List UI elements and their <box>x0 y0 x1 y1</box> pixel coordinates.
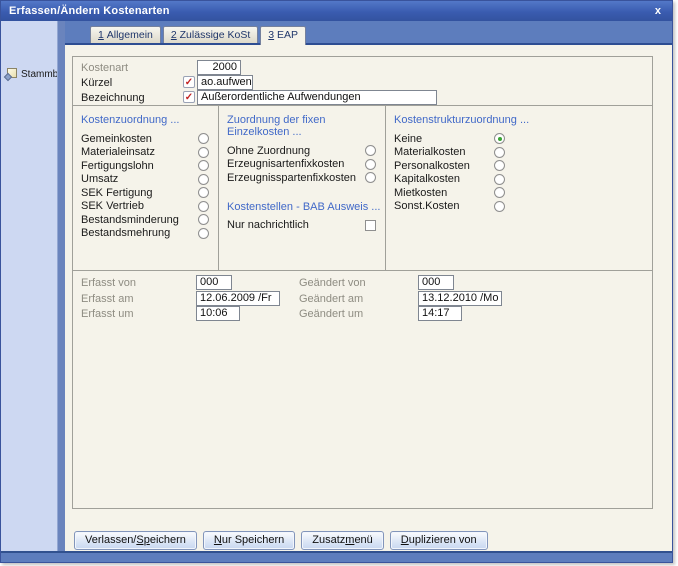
radio-kapitalkosten[interactable] <box>494 173 505 185</box>
option-fertigungslohn: Fertigungslohn <box>81 159 209 173</box>
radio-materialeinsatz[interactable] <box>198 146 209 158</box>
geaendert-am-value: 13.12.2010 /Mo <box>418 290 502 306</box>
checkbox-nur-nachrichtlich[interactable] <box>365 219 376 231</box>
kuerzel-label: Kürzel <box>81 77 113 89</box>
erfasst-am-value: 12.06.2009 /Fr <box>196 290 280 306</box>
radio-fertigungslohn[interactable] <box>198 160 209 172</box>
titlebar: Erfassen/Ändern Kostenarten x <box>1 1 672 21</box>
geaendert-von-label: Geändert von <box>299 277 366 289</box>
sidebar-item-stammblatt[interactable]: Stammblatt <box>3 68 72 82</box>
erfasst-von-label: Erfasst von <box>81 277 137 289</box>
red-check-icon[interactable]: ✓ <box>183 76 195 88</box>
geaendert-um-value: 14:17 <box>418 306 462 321</box>
radio-ohne-zuordnung[interactable] <box>365 145 376 157</box>
radio-erzeugnisartenfixkosten[interactable] <box>365 158 376 170</box>
verlassen-speichern-button[interactable]: Verlassen/Speichern <box>74 531 197 550</box>
option-columns: Kostenzuordnung ... Gemeinkosten Materia… <box>73 105 652 270</box>
option-erzeugnisartenfixkosten: Erzeugnisartenfixkosten <box>227 158 376 172</box>
audit-row-am: Erfasst am 12.06.2009 /Fr Geändert am 13… <box>73 290 652 308</box>
group-kostenstruktur: Kostenstrukturzuordnung ... Keine Materi… <box>386 106 652 270</box>
radio-sonst-kosten[interactable] <box>494 200 505 212</box>
bezeichnung-label: Bezeichnung <box>81 92 145 104</box>
geaendert-am-label: Geändert am <box>299 292 364 305</box>
option-materialkosten: Materialkosten <box>394 146 505 160</box>
field-row-kostenart: Kostenart 2000 <box>73 60 652 76</box>
kostenart-value: 2000 <box>197 60 241 75</box>
header-fields: Kostenart 2000 Kürzel ✓ ao.aufwen. Bezei… <box>73 57 652 105</box>
radio-sek-vertrieb[interactable] <box>198 200 209 212</box>
option-ohne-zuordnung: Ohne Zuordnung <box>227 144 376 158</box>
erfasst-um-label: Erfasst um <box>81 308 134 320</box>
radio-mietkosten[interactable] <box>494 187 505 199</box>
tab-eap[interactable]: 3 EAP <box>260 26 307 45</box>
group-title-bab: Kostenstellen - BAB Ausweis ... <box>227 200 381 213</box>
bottom-band <box>1 551 672 562</box>
option-gemeinkosten: Gemeinkosten <box>81 132 209 146</box>
stammblatt-icon <box>3 68 18 82</box>
tab-allgemein[interactable]: 1 Allgemein <box>90 26 161 43</box>
erfasst-am-label: Erfasst am <box>81 292 134 305</box>
bezeichnung-input[interactable]: Außerordentliche Aufwendungen <box>197 90 437 105</box>
field-row-bezeichnung: Bezeichnung ✓ Außerordentliche Aufwendun… <box>73 90 652 106</box>
nur-speichern-button[interactable]: Nur Speichern <box>202 531 296 550</box>
radio-umsatz[interactable] <box>198 173 209 185</box>
audit-row-von: Erfasst von 000 Geändert von 000 <box>73 275 652 292</box>
tab-content-eap: Kostenart 2000 Kürzel ✓ ao.aufwen. Bezei… <box>65 47 672 551</box>
close-icon[interactable]: x <box>652 5 664 17</box>
option-personalkosten: Personalkosten <box>394 159 505 173</box>
radio-personalkosten[interactable] <box>494 160 505 172</box>
geaendert-um-label: Geändert um <box>299 308 364 320</box>
geaendert-von-value: 000 <box>418 275 454 290</box>
radio-gemeinkosten[interactable] <box>198 133 209 145</box>
option-erzeugnisspartenfixkosten: Erzeugnisspartenfixkosten <box>227 171 376 185</box>
group-title: Kostenstrukturzuordnung ... <box>394 114 530 126</box>
form-panel: Kostenart 2000 Kürzel ✓ ao.aufwen. Bezei… <box>72 56 653 509</box>
group-title: Kostenzuordnung ... <box>81 114 180 126</box>
group-title: Zuordnung der fixen Einzelkosten ... <box>227 114 326 138</box>
audit-section: Erfasst von 000 Geändert von 000 Erfasst… <box>73 270 652 509</box>
red-check-icon[interactable]: ✓ <box>183 91 195 103</box>
option-keine: Keine <box>394 132 505 146</box>
radio-materialkosten[interactable] <box>494 146 505 158</box>
duplizieren-von-button[interactable]: Duplizieren von <box>389 531 488 550</box>
option-bestandsmehrung: Bestandsmehrung <box>81 227 209 241</box>
option-sek-fertigung: SEK Fertigung <box>81 186 209 200</box>
radio-keine[interactable] <box>494 133 505 145</box>
group-kostenzuordnung: Kostenzuordnung ... Gemeinkosten Materia… <box>73 106 219 270</box>
window-title: Erfassen/Ändern Kostenarten <box>9 5 170 17</box>
option-umsatz: Umsatz <box>81 173 209 187</box>
audit-row-um: Erfasst um 10:06 Geändert um 14:17 <box>73 306 652 323</box>
radio-erzeugnisspartenfixkosten[interactable] <box>365 172 376 184</box>
sidebar-divider <box>57 21 65 551</box>
erfasst-von-value: 000 <box>196 275 232 290</box>
field-row-kuerzel: Kürzel ✓ ao.aufwen. <box>73 75 652 91</box>
radio-sek-fertigung[interactable] <box>198 187 209 199</box>
option-mietkosten: Mietkosten <box>394 186 505 200</box>
option-bestandsminderung: Bestandsminderung <box>81 213 209 227</box>
kostenart-label: Kostenart <box>81 62 129 74</box>
option-sonst-kosten: Sonst.Kosten <box>394 200 505 214</box>
option-sek-vertrieb: SEK Vertrieb <box>81 200 209 214</box>
option-nur-nachrichtlich: Nur nachrichtlich <box>227 219 376 233</box>
radio-bestandsminderung[interactable] <box>198 214 209 226</box>
option-kapitalkosten: Kapitalkosten <box>394 173 505 187</box>
kuerzel-input[interactable]: ao.aufwen. <box>197 75 253 90</box>
main-area: 1 Allgemein 2 Zulässige KoSt 3 EAP Koste… <box>65 21 672 551</box>
group-fixe-einzelkosten: Zuordnung der fixen Einzelkosten ... Ohn… <box>219 106 386 270</box>
button-row: Verlassen/Speichern Nur Speichern Zusatz… <box>74 531 488 550</box>
tab-zulaessige-kost[interactable]: 2 Zulässige KoSt <box>162 26 259 43</box>
app-window: Erfassen/Ändern Kostenarten x Stammblatt… <box>0 0 673 563</box>
tab-bar: 1 Allgemein 2 Zulässige KoSt 3 EAP <box>65 21 672 45</box>
zusatzmenu-button[interactable]: Zusatzmenü <box>301 531 384 550</box>
erfasst-um-value: 10:06 <box>196 306 240 321</box>
option-materialeinsatz: Materialeinsatz <box>81 146 209 160</box>
sidebar: Stammblatt <box>1 21 72 551</box>
radio-bestandsmehrung[interactable] <box>198 227 209 239</box>
